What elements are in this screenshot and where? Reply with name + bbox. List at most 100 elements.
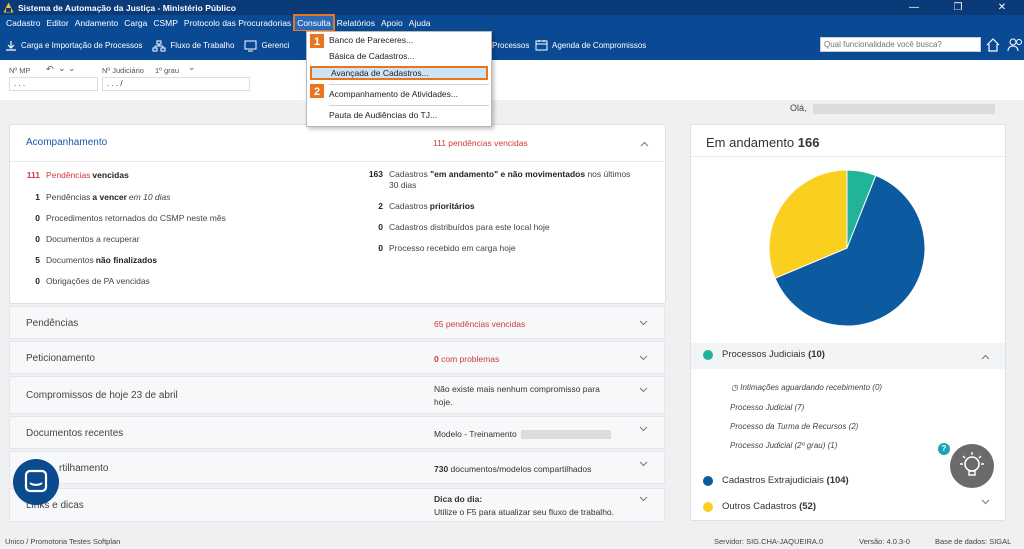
acompanhamento-title[interactable]: Acompanhamento — [26, 137, 107, 148]
chevron-down-icon[interactable] — [639, 494, 648, 503]
stat-suffix-line2: 30 dias — [389, 180, 417, 190]
filter-bar: Nº MP ↶ ⌄ ⌄ Nº Judiciário 1º grau ⌄ . . … — [0, 60, 1024, 100]
status-version: Versão: 4.0.3-0 — [859, 537, 910, 546]
stat-number: 0 — [378, 243, 383, 253]
carga-button[interactable]: Carga e Importação de Processos — [5, 40, 142, 52]
stat-documentos-nao-finalizados[interactable]: 5 Documentos não finalizados — [26, 255, 157, 265]
menu-csmp[interactable]: CSMP — [150, 15, 181, 31]
stat-procedimentos-retornados[interactable]: 0 Procedimentos retornados do CSMP neste… — [26, 213, 226, 223]
agenda-button[interactable]: Agenda de Compromissos — [535, 39, 646, 51]
mp-number-input[interactable]: . . . — [9, 77, 98, 91]
peticionamento-row[interactable]: Peticionamento 0 com problemas — [9, 341, 665, 374]
stat-number: 2 — [378, 201, 383, 211]
row-title: Peticionamento — [26, 353, 95, 364]
stat-cadastros-distribuidos[interactable]: 0 Cadastros distribuídos para este local… — [365, 222, 550, 232]
stat-number: 5 — [35, 255, 40, 265]
legend-count: (10) — [808, 349, 825, 360]
menu-basica-cadastros[interactable]: Básica de Cadastros... — [329, 51, 415, 61]
stat-processo-recebido[interactable]: 0 Processo recebido em carga hoje — [365, 243, 515, 253]
intimacoes-item[interactable]: ◷ Intimações aguardando recebimento (0) — [731, 383, 882, 392]
row-title: Documentos recentes — [26, 428, 124, 439]
menu-apoio[interactable]: Apoio — [378, 15, 406, 31]
chevron-down-icon[interactable] — [639, 385, 648, 394]
chevron-down-icon[interactable] — [981, 497, 990, 506]
menu-ajuda[interactable]: Ajuda — [406, 15, 434, 31]
stat-pendencias-vencidas[interactable]: 111 Pendências vencidas — [26, 170, 129, 180]
processos-button[interactable]: Processos — [492, 41, 529, 50]
chevron-down-icon[interactable] — [639, 424, 648, 433]
links-dicas-row[interactable]: Links e dicas Dica do dia: Utilize o F5 p… — [9, 488, 665, 522]
chevron-down-icon[interactable]: ⌄ — [188, 62, 196, 73]
status-location: Unico / Promotoria Testes Softplan — [5, 537, 121, 546]
chat-button[interactable] — [13, 459, 59, 505]
compartilhamento-row[interactable]: rtilhamento 730 documentos/modelos compa… — [9, 451, 665, 484]
stat-cadastros-prioritarios[interactable]: 2 Cadastros prioritários — [365, 201, 475, 211]
help-icon[interactable]: ? — [938, 443, 950, 455]
menu-editor[interactable]: Editor — [44, 15, 72, 31]
pendencias-row[interactable]: Pendências 65 pendências vencidas — [9, 306, 665, 339]
chevron-down-icon[interactable] — [639, 318, 648, 327]
chevron-down-icon[interactable] — [639, 353, 648, 362]
fluxo-button[interactable]: Fluxo de Trabalho — [152, 40, 234, 52]
menu-cadastro[interactable]: Cadastro — [3, 15, 44, 31]
menu-pauta-audiencias[interactable]: Pauta de Audiências do TJ... — [329, 110, 437, 120]
download-icon — [6, 40, 16, 51]
lightbulb-icon — [960, 452, 984, 476]
judicial-number-input[interactable]: . . . / — [102, 77, 250, 91]
stat-obrigacoes-pa[interactable]: 0 Obrigações de PA vencidas — [26, 276, 150, 286]
grau-select[interactable]: 1º grau — [155, 66, 179, 75]
row-line2: hoje. — [434, 397, 453, 407]
sub-processo-turma[interactable]: Processo da Turma de Recursos (2) — [730, 422, 858, 431]
menu-consulta[interactable]: Consulta — [293, 14, 335, 32]
mp-label: Nº MP — [9, 66, 31, 75]
menu-andamento[interactable]: Andamento — [72, 15, 121, 31]
chevron-down-icon[interactable]: ⌄ — [68, 63, 76, 74]
title-bar: Sistema de Automação da Justiça - Minist… — [0, 0, 1024, 15]
sub-processo-judicial[interactable]: Processo Judicial (7) — [730, 403, 804, 412]
stat-label: Cadastros — [389, 201, 428, 211]
status-bar: Unico / Promotoria Testes Softplan Servi… — [0, 533, 1024, 549]
minimize-button[interactable]: — — [892, 0, 936, 15]
menu-relatorios[interactable]: Relatórios — [334, 15, 378, 31]
menu-avancada-cadastros[interactable]: Avançada de Cadastros... — [310, 66, 488, 80]
stat-label: Documentos a recuperar — [46, 234, 140, 244]
legend-label: Outros Cadastros — [722, 501, 797, 512]
title-text: Em andamento — [706, 135, 795, 150]
feature-search-input[interactable] — [820, 37, 981, 52]
legend-cadastros-extrajudiciais[interactable]: Cadastros Extrajudiciais (104) — [703, 475, 849, 486]
undo-icon[interactable]: ↶ — [46, 64, 54, 75]
chevron-down-icon[interactable] — [639, 459, 648, 468]
stat-cadastros-nao-movimentados[interactable]: 163 Cadastros "em andamento" e não movim… — [365, 169, 649, 191]
stat-bold: prioritários — [429, 201, 475, 211]
fluxo-label: Fluxo de Trabalho — [170, 41, 235, 50]
menu-carga[interactable]: Carga — [121, 15, 150, 31]
legend-dot — [703, 501, 713, 512]
menu-protocolo[interactable]: Protocolo das Procuradorias — [181, 15, 294, 31]
stat-label: Cadastros distribuídos para este local h… — [389, 222, 550, 232]
stat-documentos-recuperar[interactable]: 0 Documentos a recuperar — [26, 234, 140, 244]
monitor-icon — [244, 40, 257, 51]
maximize-button[interactable]: ❐ — [936, 0, 980, 15]
chevron-up-icon[interactable] — [981, 353, 990, 362]
stat-number: 0 — [35, 234, 40, 244]
compromissos-row[interactable]: Compromissos de hoje 23 de abril Não exi… — [9, 376, 665, 414]
users-icon[interactable] — [1007, 38, 1023, 52]
close-button[interactable]: ✕ — [980, 0, 1024, 15]
row-text: com problemas — [438, 354, 500, 364]
legend-processos-judiciais[interactable]: Processos Judiciais (10) — [703, 349, 825, 360]
chat-icon — [24, 469, 48, 493]
gerencia-button[interactable]: Gerenci — [244, 40, 289, 52]
menu-acompanhamento-atividades[interactable]: Acompanhamento de Atividades... — [329, 89, 458, 99]
tips-button[interactable] — [950, 444, 994, 488]
chevron-up-icon[interactable] — [640, 140, 649, 149]
redacted-text — [520, 430, 611, 440]
menu-banco-pareceres[interactable]: Banco de Pareceres... — [329, 35, 413, 45]
documentos-recentes-row[interactable]: Documentos recentes Modelo - Treinamento — [9, 416, 665, 449]
stat-pendencias-a-vencer[interactable]: 1 Pendências a vencer em 10 dias — [26, 192, 170, 202]
chevron-down-icon[interactable]: ⌄ — [58, 63, 66, 74]
stat-label: Pendências — [46, 192, 91, 202]
sub-processo-2grau[interactable]: Processo Judicial (2º grau) (1) — [730, 441, 837, 450]
home-icon[interactable] — [986, 38, 1000, 52]
menu-separator — [329, 84, 489, 85]
legend-outros-cadastros[interactable]: Outros Cadastros (52) — [703, 501, 816, 512]
